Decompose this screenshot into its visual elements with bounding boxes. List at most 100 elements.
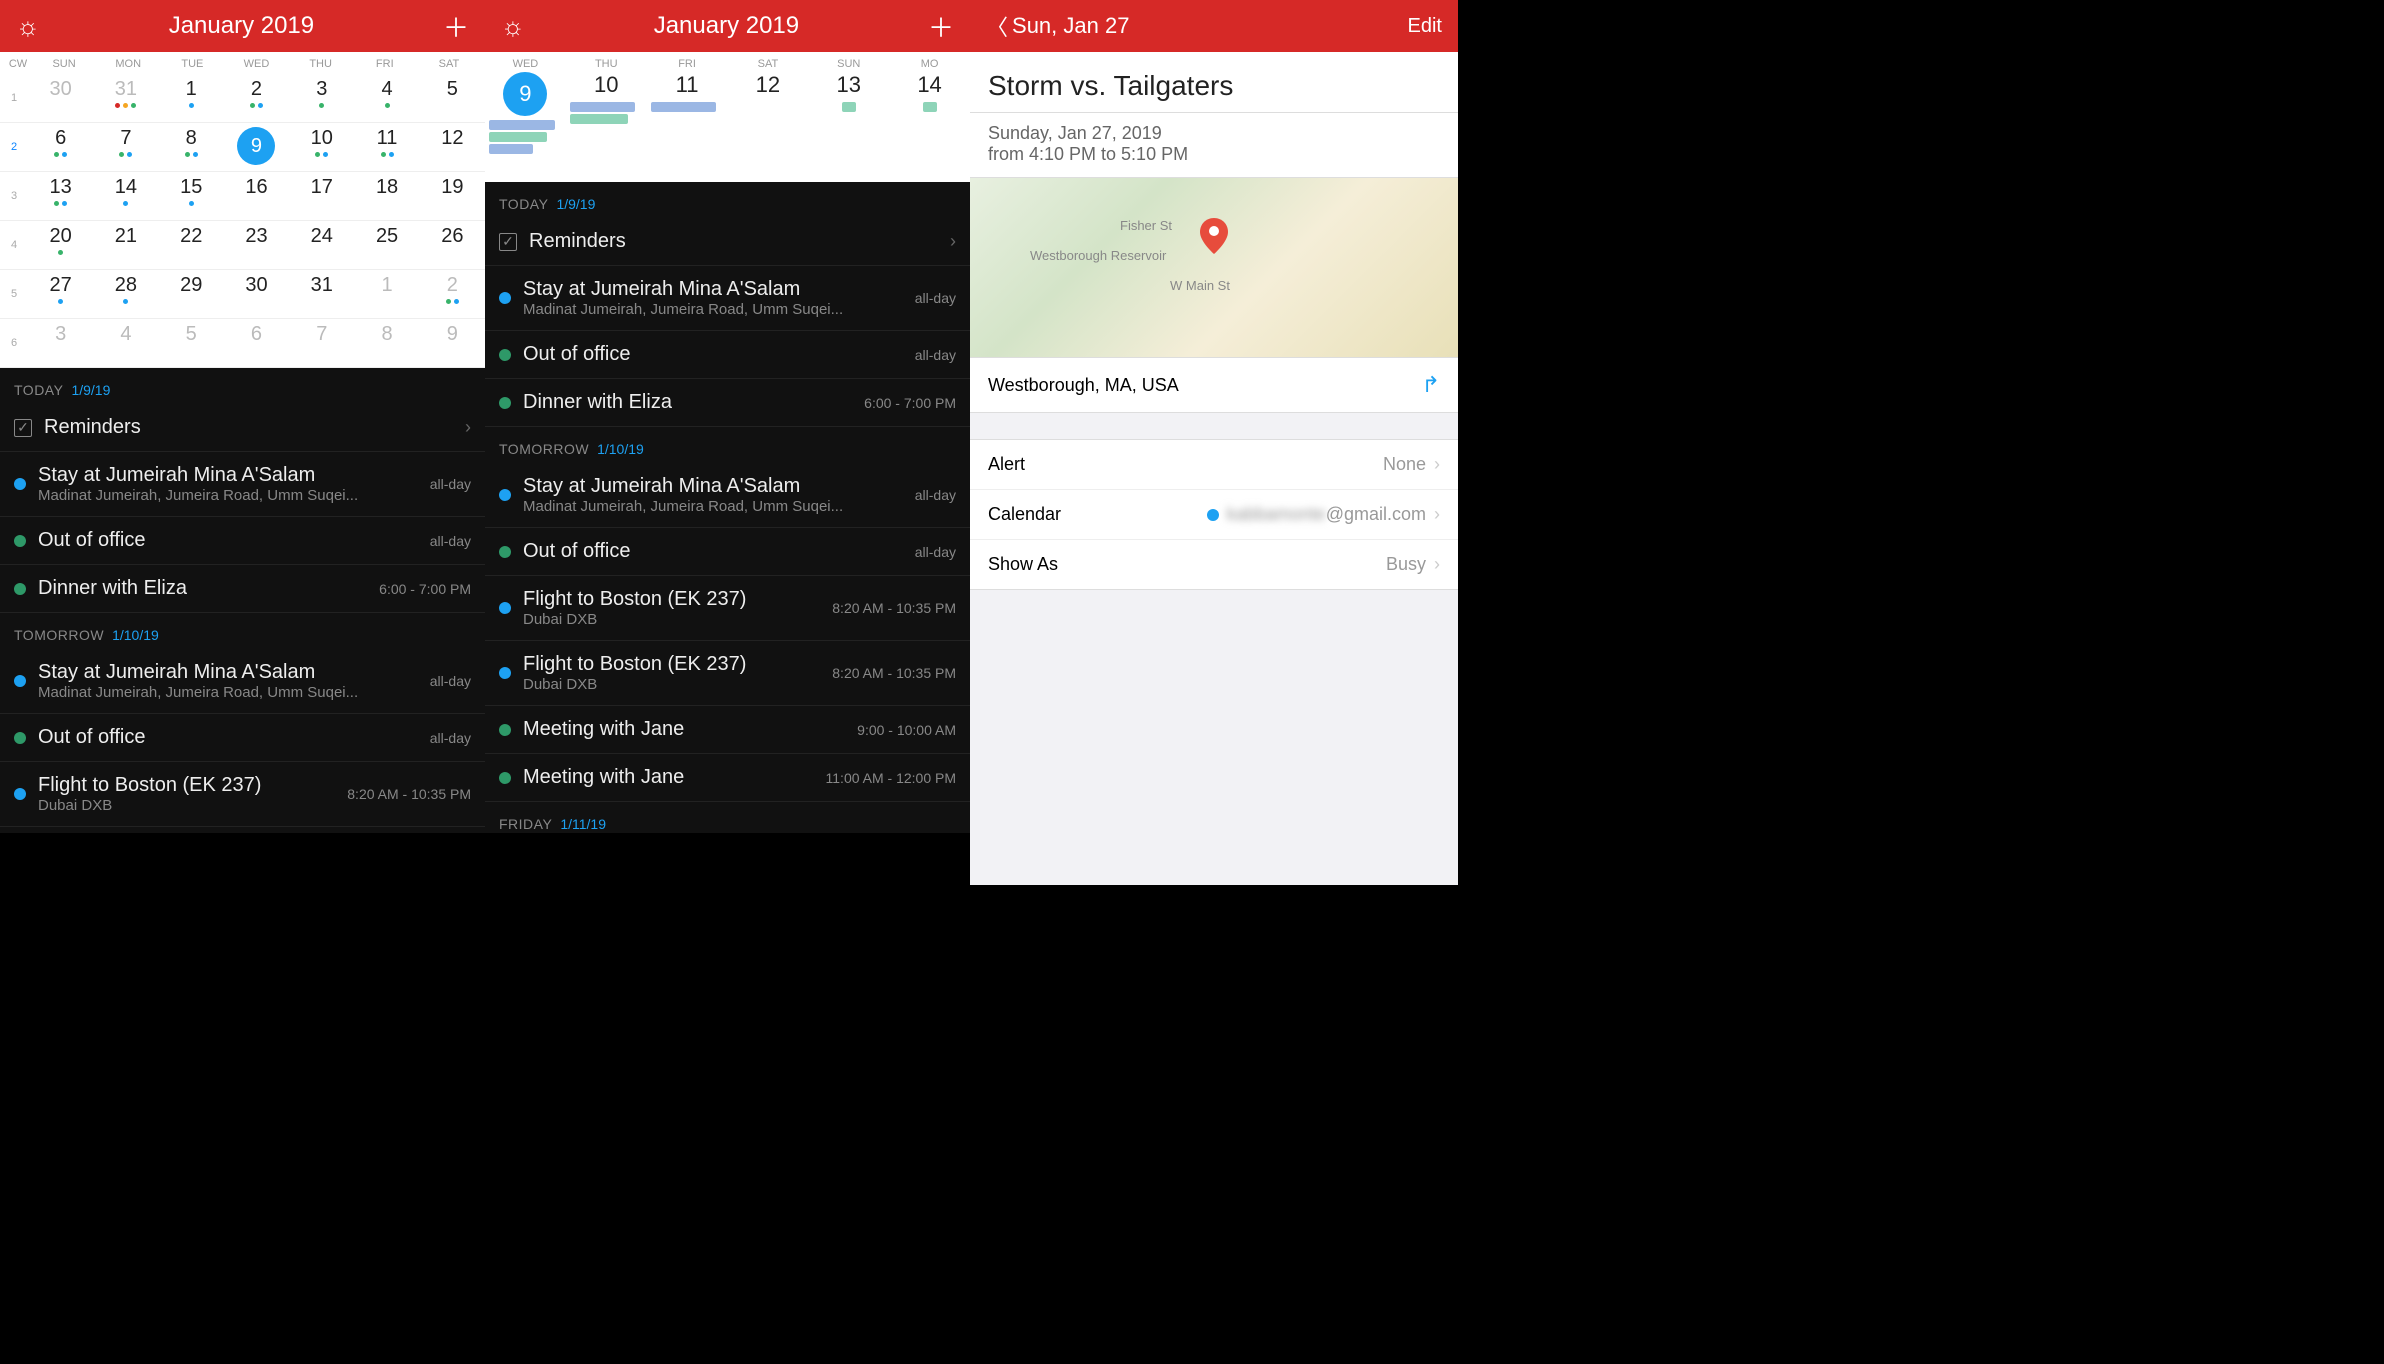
event-color-dot — [14, 675, 26, 687]
header-title[interactable]: January 2019 — [654, 12, 799, 40]
event-color-dot — [14, 732, 26, 744]
calendar-day[interactable]: 6 — [224, 319, 289, 367]
week-day[interactable]: MO14 — [889, 58, 970, 114]
calendar-day[interactable]: 5 — [420, 74, 485, 122]
calendar-day[interactable]: 9 — [420, 319, 485, 367]
map[interactable]: Westborough Reservoir Fisher St W Main S… — [970, 178, 1458, 358]
week-day[interactable]: FRI11 — [647, 58, 728, 114]
reminders-row[interactable]: ✓Reminders› — [485, 218, 970, 266]
agenda-event[interactable]: Dinner with Eliza6:00 - 7:00 PM — [485, 379, 970, 427]
agenda-event[interactable]: Meeting with Jane11:00 AM - 12:00 PM — [485, 754, 970, 802]
calendar-day[interactable]: 6 — [28, 123, 93, 171]
calendar-day[interactable]: 20 — [28, 221, 93, 269]
header: ☼ January 2019 ＋ — [0, 0, 485, 52]
calendar-day[interactable]: 1 — [159, 74, 224, 122]
event-color-dot — [14, 788, 26, 800]
agenda-event[interactable]: Stay at Jumeirah Mina A'SalamMadinat Jum… — [485, 266, 970, 331]
agenda-event[interactable]: Meeting with Jane9:00 - 10:00 AM — [485, 706, 970, 754]
calendar-day[interactable]: 25 — [354, 221, 419, 269]
agenda-event[interactable]: Out of officeall-day — [485, 331, 970, 379]
agenda-event[interactable]: Out of officeall-day — [0, 714, 485, 762]
agenda-event[interactable]: Stay at Jumeirah Mina A'SalamMadinat Jum… — [0, 452, 485, 517]
calendar-day[interactable]: 4 — [93, 319, 158, 367]
agenda-event[interactable]: Flight to Boston (EK 237)Dubai DXB8:20 A… — [0, 762, 485, 827]
calendar-day[interactable]: 8 — [354, 319, 419, 367]
calendar-day[interactable]: 22 — [159, 221, 224, 269]
week-day[interactable]: THU10 — [566, 58, 647, 126]
calendar-day[interactable]: 24 — [289, 221, 354, 269]
calendar-day[interactable]: 1 — [354, 270, 419, 318]
alert-row[interactable]: Alert None› — [970, 440, 1458, 490]
agenda-event[interactable]: Flight to Boston (EK 237) — [0, 827, 485, 833]
calendar-row[interactable]: Calendar kabbamonte@gmail.com › — [970, 490, 1458, 540]
add-icon[interactable]: ＋ — [443, 8, 469, 45]
agenda-event[interactable]: Out of officeall-day — [485, 528, 970, 576]
week-day[interactable]: WED9 — [485, 58, 566, 156]
calendar-day[interactable]: 13 — [28, 172, 93, 220]
calendar-day[interactable]: 15 — [159, 172, 224, 220]
reminders-row[interactable]: ✓Reminders› — [0, 404, 485, 452]
calendar-day[interactable]: 31 — [289, 270, 354, 318]
event-color-dot — [14, 535, 26, 547]
calendar-day[interactable]: 23 — [224, 221, 289, 269]
week-day[interactable]: SAT12 — [727, 58, 808, 98]
back-button[interactable]: 〈 Sun, Jan 27 — [986, 10, 1129, 42]
location-row[interactable]: Westborough, MA, USA ↱ — [970, 358, 1458, 413]
calendar-day[interactable]: 18 — [354, 172, 419, 220]
chevron-right-icon: › — [465, 417, 471, 438]
calendar-day[interactable]: 10 — [289, 123, 354, 171]
event-color-dot — [499, 667, 511, 679]
agenda-list[interactable]: TODAY1/9/19✓Reminders›Stay at Jumeirah M… — [0, 368, 485, 833]
agenda-list[interactable]: TODAY1/9/19✓Reminders›Stay at Jumeirah M… — [485, 182, 970, 833]
calendar-day[interactable]: 3 — [289, 74, 354, 122]
calendar-color-dot — [1207, 509, 1219, 521]
calendar-day[interactable]: 9 — [224, 123, 289, 171]
agenda-section-header: FRIDAY1/11/19 — [485, 802, 970, 833]
calendar-day[interactable]: 14 — [93, 172, 158, 220]
agenda-event[interactable]: Out of officeall-day — [0, 517, 485, 565]
agenda-event[interactable]: Stay at Jumeirah Mina A'SalamMadinat Jum… — [0, 649, 485, 714]
header-title[interactable]: January 2019 — [169, 12, 314, 40]
calendar-day[interactable]: 30 — [28, 74, 93, 122]
calendar-day[interactable]: 19 — [420, 172, 485, 220]
agenda-event[interactable]: Flight to Boston (EK 237)Dubai DXB8:20 A… — [485, 576, 970, 641]
week-strip[interactable]: WED9THU10FRI11SAT12SUN13MO14 — [485, 52, 970, 182]
calendar-day[interactable]: 8 — [159, 123, 224, 171]
event-color-dot — [499, 349, 511, 361]
calendar-day[interactable]: 4 — [354, 74, 419, 122]
add-icon[interactable]: ＋ — [928, 8, 954, 45]
calendar-day[interactable]: 29 — [159, 270, 224, 318]
calendar-day[interactable]: 5 — [159, 319, 224, 367]
checkbox-icon: ✓ — [499, 233, 517, 251]
calendar-day[interactable]: 21 — [93, 221, 158, 269]
chevron-right-icon: › — [1434, 504, 1440, 525]
calendar-day[interactable]: 2 — [420, 270, 485, 318]
week-day[interactable]: SUN13 — [808, 58, 889, 114]
calendar-day[interactable]: 31 — [93, 74, 158, 122]
back-label: Sun, Jan 27 — [1012, 13, 1129, 39]
calendar-day[interactable]: 28 — [93, 270, 158, 318]
show-as-row[interactable]: Show As Busy› — [970, 540, 1458, 589]
calendar-day[interactable]: 26 — [420, 221, 485, 269]
calendar-day[interactable]: 30 — [224, 270, 289, 318]
settings-icon[interactable]: ☼ — [501, 11, 525, 42]
calendar-day[interactable]: 7 — [93, 123, 158, 171]
event-color-dot — [14, 583, 26, 595]
calendar-day[interactable]: 3 — [28, 319, 93, 367]
calendar-day[interactable]: 12 — [420, 123, 485, 171]
settings-icon[interactable]: ☼ — [16, 11, 40, 42]
calendar-day[interactable]: 11 — [354, 123, 419, 171]
calendar-day[interactable]: 2 — [224, 74, 289, 122]
agenda-event[interactable]: Flight to Boston (EK 237)Dubai DXB8:20 A… — [485, 641, 970, 706]
edit-button[interactable]: Edit — [1408, 15, 1442, 38]
event-color-dot — [499, 292, 511, 304]
agenda-event[interactable]: Dinner with Eliza6:00 - 7:00 PM — [0, 565, 485, 613]
calendar-day[interactable]: 17 — [289, 172, 354, 220]
calendar-day[interactable]: 27 — [28, 270, 93, 318]
agenda-section-header: TOMORROW1/10/19 — [0, 613, 485, 649]
event-color-dot — [499, 602, 511, 614]
calendar-day[interactable]: 7 — [289, 319, 354, 367]
agenda-event[interactable]: Stay at Jumeirah Mina A'SalamMadinat Jum… — [485, 463, 970, 528]
directions-icon[interactable]: ↱ — [1422, 372, 1440, 398]
calendar-day[interactable]: 16 — [224, 172, 289, 220]
